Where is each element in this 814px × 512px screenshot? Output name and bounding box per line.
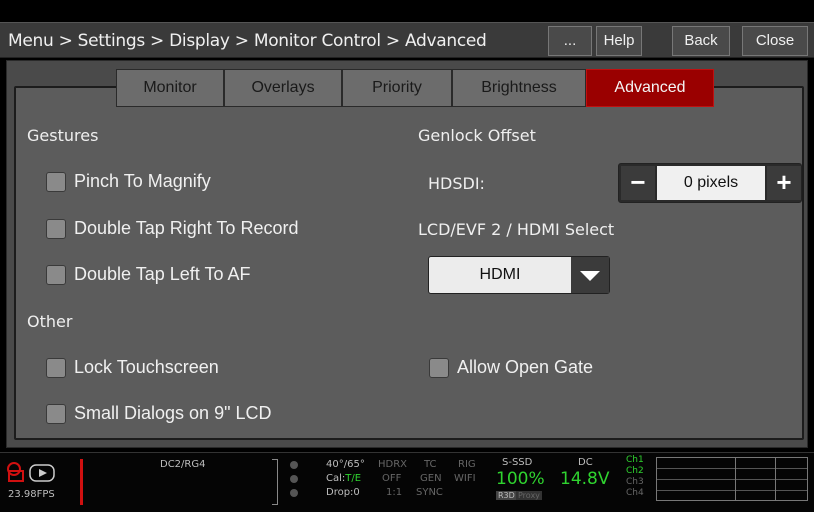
sensor-temp: 40°/65° [326, 459, 365, 470]
channel-1: Ch1 [626, 455, 644, 465]
tab-overlays[interactable]: Overlays [224, 69, 342, 107]
lcd-select-heading: LCD/EVF 2 / HDMI Select [418, 220, 615, 239]
small-dialogs-label: Small Dialogs on 9" LCD [74, 403, 272, 423]
genlock-offset-stepper: − 0 pixels + [618, 163, 802, 203]
small-dialogs-checkbox[interactable] [46, 403, 66, 424]
power-label: DC [578, 457, 593, 468]
channel-3: Ch3 [626, 477, 644, 487]
double-tap-left-af-label: Double Tap Left To AF [74, 264, 251, 284]
r3d-badge: R3D [496, 491, 517, 500]
cal-value: T/E [345, 473, 362, 484]
cal-prefix: Cal: [326, 473, 346, 484]
breadcrumb: Menu > Settings > Display > Monitor Cont… [8, 31, 487, 51]
pinch-to-magnify-option[interactable]: Pinch To Magnify [46, 171, 211, 192]
bracket [272, 459, 278, 505]
camera-status-bar: 23.98FPS DC2/RG4 40°/65° Cal:T/E Drop:0 … [0, 452, 814, 512]
tab-priority[interactable]: Priority [342, 69, 452, 107]
camera-record-icon [7, 462, 55, 482]
tab-monitor[interactable]: Monitor [116, 69, 224, 107]
help-button[interactable]: Help [596, 26, 642, 56]
wifi-label: WIFI [454, 473, 476, 484]
other-heading: Other [27, 312, 73, 331]
drop-frames: Drop:0 [326, 487, 360, 498]
channel-4: Ch4 [626, 488, 644, 498]
ratio-label: 1:1 [386, 487, 403, 498]
rig-label: RIG [458, 459, 476, 470]
status-dot [290, 475, 298, 483]
double-tap-right-record-label: Double Tap Right To Record [74, 218, 299, 238]
sync-label: SYNC [416, 487, 443, 498]
pinch-to-magnify-checkbox[interactable] [46, 171, 66, 192]
tab-brightness[interactable]: Brightness [452, 69, 586, 107]
double-tap-right-record-option[interactable]: Double Tap Right To Record [46, 218, 298, 239]
genlock-heading: Genlock Offset [418, 126, 536, 145]
tc-label: TC [424, 459, 437, 470]
media-label: S-SSD [502, 457, 533, 468]
fps-label: 23.98FPS [8, 489, 55, 500]
hdsdi-label: HDSDI: [428, 174, 485, 193]
cal-status: Cal:T/E [326, 473, 361, 484]
pinch-to-magnify-label: Pinch To Magnify [74, 171, 211, 191]
proxy-badge: Proxy [516, 491, 542, 500]
more-button[interactable]: ... [548, 26, 592, 56]
allow-open-gate-checkbox[interactable] [429, 357, 449, 378]
small-dialogs-option[interactable]: Small Dialogs on 9" LCD [46, 403, 271, 424]
back-button[interactable]: Back [672, 26, 730, 56]
status-dot [290, 461, 298, 469]
lock-touchscreen-checkbox[interactable] [46, 357, 66, 378]
channel-2: Ch2 [626, 466, 644, 476]
minus-icon[interactable]: − [621, 166, 655, 200]
hdrx-off: OFF [382, 473, 402, 484]
double-tap-left-af-option[interactable]: Double Tap Left To AF [46, 264, 250, 285]
audio-level-bar [80, 459, 83, 505]
lock-touchscreen-label: Lock Touchscreen [74, 357, 219, 377]
hdrx-label: HDRX [378, 459, 408, 470]
plus-icon[interactable]: + [767, 166, 801, 200]
double-tap-left-af-checkbox[interactable] [46, 264, 66, 285]
lcd-evf-hdmi-select[interactable]: HDMI [428, 256, 610, 294]
power-value: 14.8V [560, 469, 610, 489]
look-label: DC2/RG4 [160, 459, 206, 470]
double-tap-right-record-checkbox[interactable] [46, 218, 66, 239]
chevron-down-icon[interactable] [571, 257, 609, 293]
title-bar: Menu > Settings > Display > Monitor Cont… [0, 22, 814, 58]
close-button[interactable]: Close [742, 26, 808, 56]
gen-label: GEN [420, 473, 442, 484]
allow-open-gate-label: Allow Open Gate [457, 357, 594, 377]
lock-touchscreen-option[interactable]: Lock Touchscreen [46, 357, 219, 378]
tab-advanced[interactable]: Advanced [586, 69, 714, 107]
content-panel [14, 86, 804, 440]
audio-meters [656, 457, 808, 501]
media-value: 100% [496, 469, 545, 489]
allow-open-gate-option[interactable]: Allow Open Gate [429, 357, 593, 378]
genlock-offset-value[interactable]: 0 pixels [657, 166, 765, 200]
status-dot [290, 489, 298, 497]
lcd-select-value[interactable]: HDMI [429, 257, 571, 293]
gestures-heading: Gestures [27, 126, 99, 145]
